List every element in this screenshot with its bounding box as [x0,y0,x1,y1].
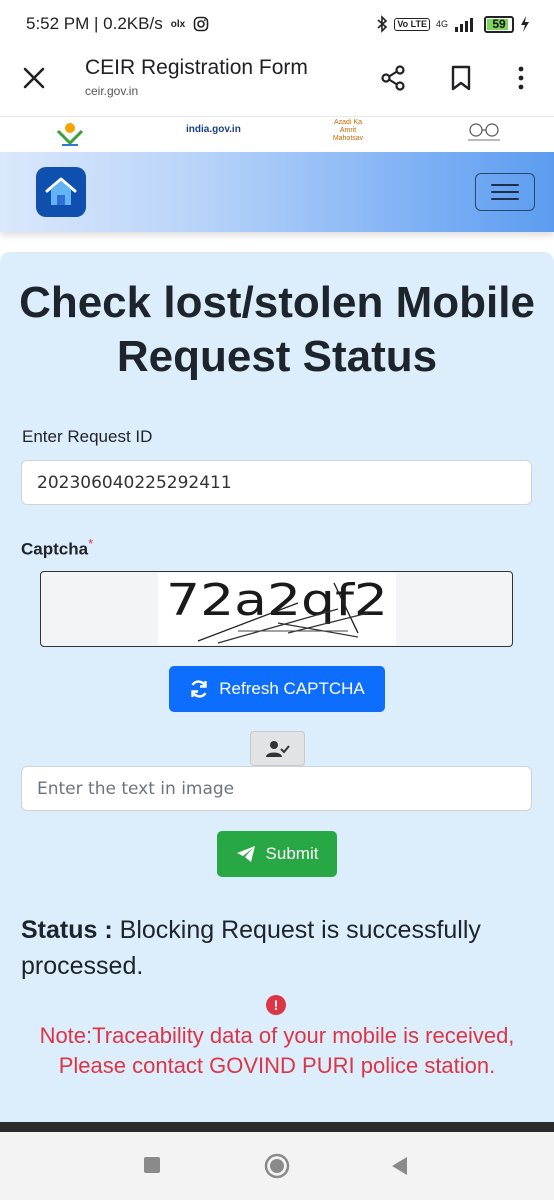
instagram-icon [193,16,209,32]
browser-title-group: CEIR Registration Form ceir.gov.in [85,56,308,98]
page-heading: Check lost/stolen Mobile Request Status [19,278,535,381]
captcha-label-text: Captcha [21,539,89,559]
refresh-captcha-button[interactable]: Refresh CAPTCHA [169,666,385,712]
alert-icon: ! [266,995,286,1015]
hamburger-icon-line [491,184,519,186]
status-label: Status : [21,916,113,944]
required-mark: * [88,536,94,551]
status-time: 5:52 PM | 0.2KB/s [26,14,163,33]
olx-icon: olx [170,18,186,30]
volte-icon: Vo LTE [394,17,430,31]
page-footer-bar [0,1122,554,1132]
signal-icon [455,18,473,32]
site-navbar [0,152,554,232]
refresh-icon [191,680,207,698]
user-check-icon [265,740,290,757]
page-title: CEIR Registration Form [85,56,308,79]
status-bar: 5:52 PM | 0.2KB/s olx Vo LTE 4G 59 [0,0,554,48]
send-icon [236,846,255,862]
recent-apps-icon[interactable] [143,1156,161,1174]
4g-icon: 4G [435,19,448,29]
system-navigation-bar [0,1132,554,1200]
bluetooth-icon [377,15,388,33]
captcha-image: 72a2qf2 [158,573,396,645]
close-icon[interactable] [18,62,50,94]
browser-bar: CEIR Registration Form ceir.gov.in [0,48,554,116]
more-options-icon[interactable] [506,62,536,94]
request-id-label: Enter Request ID [22,427,153,446]
captcha-image-text: 72a2qf2 [166,575,388,626]
captcha-label: Captcha* [21,536,93,560]
swachh-logo-icon [56,123,84,146]
refresh-captcha-label: Refresh CAPTCHA [219,679,365,698]
home-button[interactable] [36,167,86,217]
traceability-note: Note:Traceability data of your mobile is… [39,1023,515,1078]
partner-logos-strip: india.gov.in Azadi Ka Amrit Mahotsav [0,116,554,152]
status-message: Status : Blocking Request is successfull… [21,912,531,984]
hamburger-icon-line [491,191,519,193]
share-icon[interactable] [378,62,408,94]
submit-button[interactable]: Submit [217,831,337,877]
hamburger-icon-line [491,198,519,200]
gandhi-glasses-logo-icon [468,123,500,141]
request-id-input[interactable]: 202306040225292411 [21,460,532,505]
home-icon [45,177,77,205]
bookmark-icon[interactable] [446,62,476,94]
charging-icon [521,16,529,32]
user-check-button[interactable] [250,731,305,766]
menu-toggle-button[interactable] [475,173,535,211]
azadi-logo: Azadi Ka Amrit Mahotsav [332,119,364,142]
captcha-input[interactable]: Enter the text in image [21,766,532,811]
battery-level: 59 [492,17,506,31]
page-url: ceir.gov.in [85,84,139,98]
home-nav-icon[interactable] [263,1152,291,1180]
back-nav-icon[interactable] [390,1156,408,1176]
submit-label: Submit [265,844,319,863]
battery-icon: 59 [484,15,514,33]
india-gov-logo: india.gov.in [186,124,241,135]
